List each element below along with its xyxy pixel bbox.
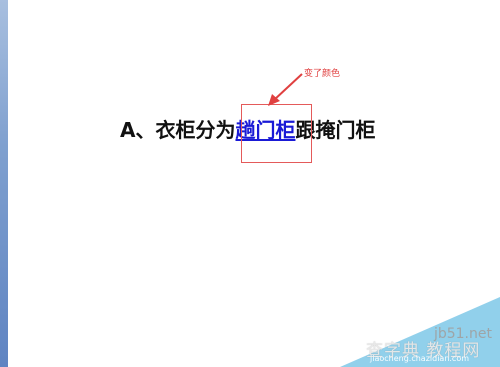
watermark-url: jiaocheng.chazidian.com	[370, 354, 470, 363]
annotation-label: 变了颜色	[304, 69, 341, 79]
slide-text-prefix: A、衣柜分为	[120, 118, 236, 142]
left-slide-panel[interactable]	[0, 0, 8, 367]
screen: A、衣柜分为趟门柜跟掩门柜 变了颜色 jb51.net 查字典 教程网 jiao…	[0, 0, 500, 367]
annotation-arrow-icon	[268, 73, 303, 106]
highlight-box	[241, 104, 312, 163]
